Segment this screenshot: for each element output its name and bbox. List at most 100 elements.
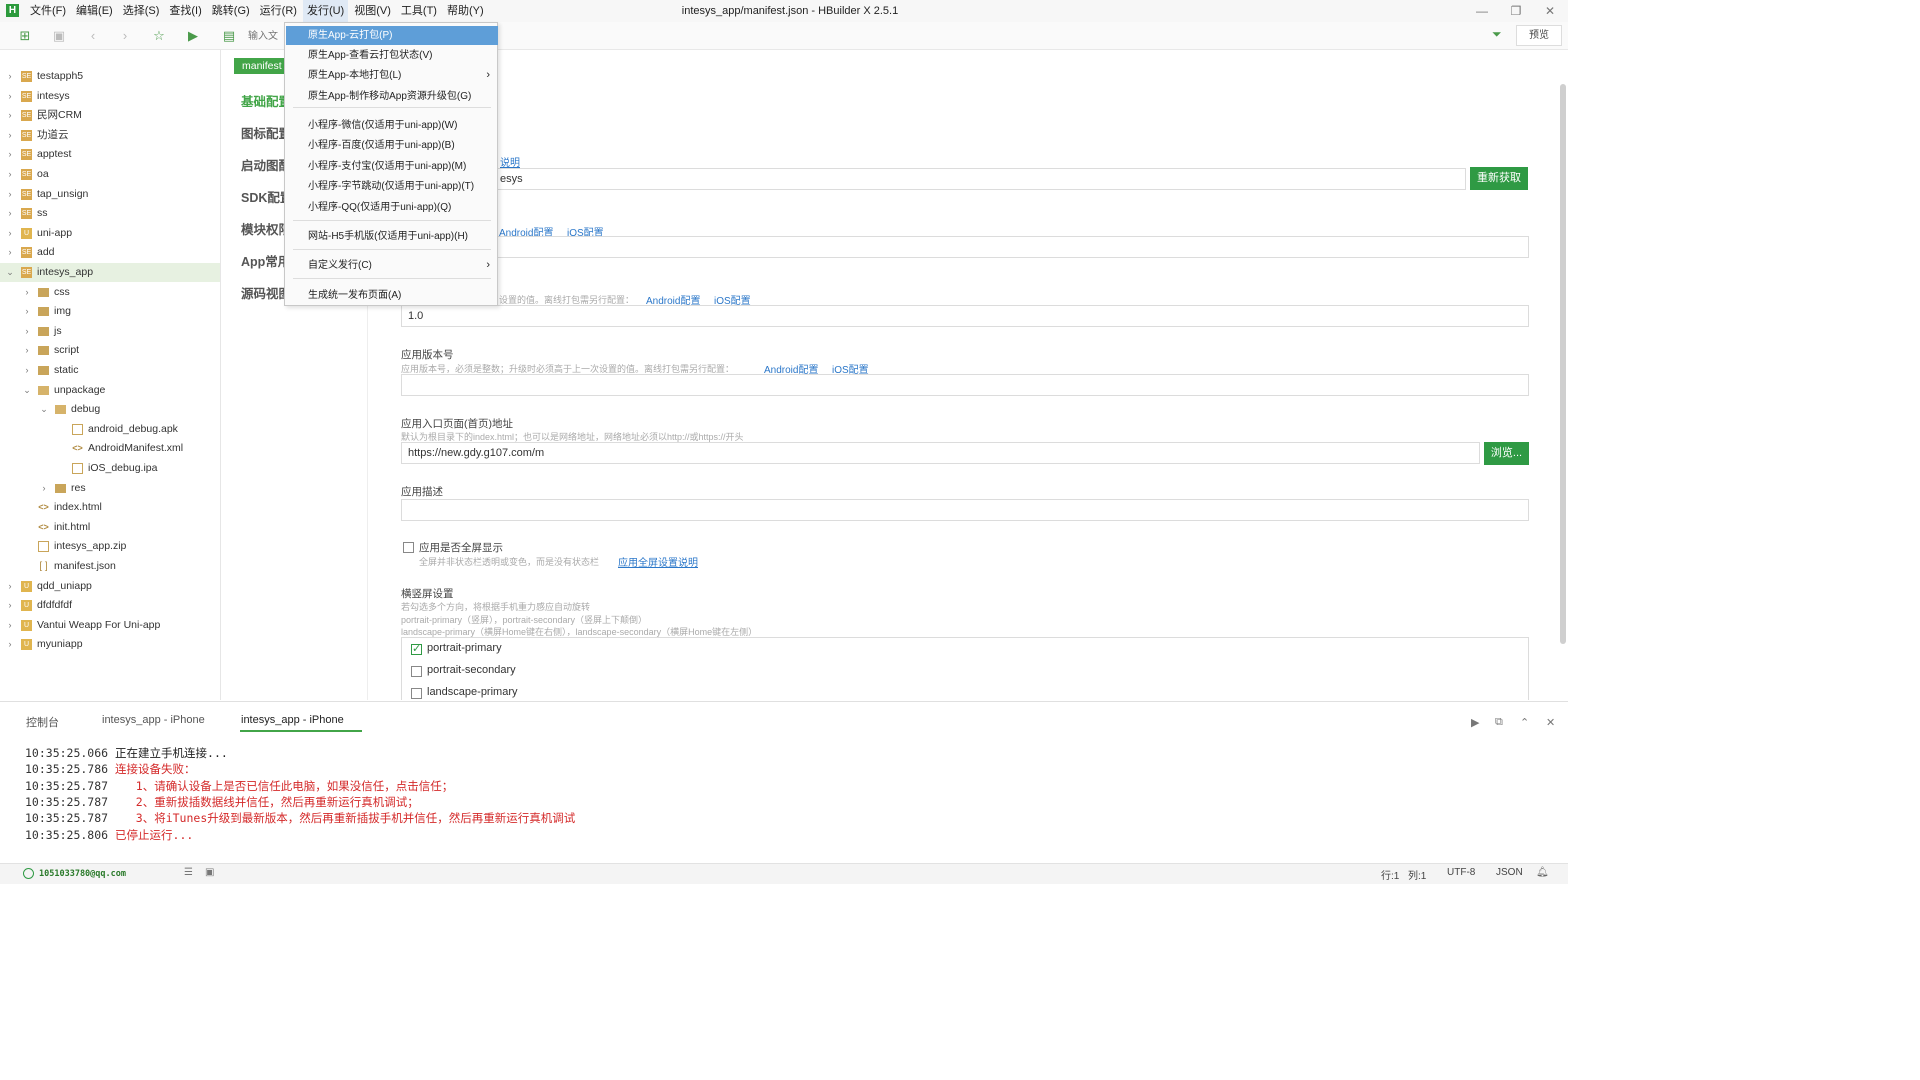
menu-9[interactable]: 帮助(Y) xyxy=(443,0,488,22)
tree-item[interactable]: android_debug.apk xyxy=(0,420,220,439)
preview-button[interactable]: 预览 xyxy=(1516,25,1562,46)
chevron-right-icon[interactable]: › xyxy=(22,283,32,302)
preview-file-icon[interactable]: ▤ xyxy=(220,27,238,45)
restore-button[interactable]: ❐ xyxy=(1498,0,1534,22)
publish-menu-item[interactable]: 自定义发行(C) › xyxy=(286,256,498,275)
tree-item[interactable]: › static xyxy=(0,361,220,380)
tree-item[interactable]: › Uqdd_uniapp xyxy=(0,577,220,596)
tree-item[interactable]: <> AndroidManifest.xml xyxy=(0,439,220,458)
chevron-right-icon[interactable]: › xyxy=(5,165,15,184)
publish-menu-item[interactable]: 网站-H5手机版(仅适用于uni-app)(H) xyxy=(286,227,498,246)
appid-input[interactable]: esys xyxy=(401,168,1466,190)
menu-3[interactable]: 查找(I) xyxy=(165,0,205,22)
tree-item[interactable]: ⌄ unpackage xyxy=(0,381,220,400)
forward-icon[interactable]: › xyxy=(116,27,134,45)
back-icon[interactable]: ‹ xyxy=(84,27,102,45)
tree-item[interactable]: › SE oa xyxy=(0,165,220,184)
tree-item[interactable]: › SE apptest xyxy=(0,145,220,164)
publish-menu-item[interactable]: 原生App-制作移动App资源升级包(G) xyxy=(286,87,498,106)
publish-menu-item[interactable]: 小程序-百度(仅适用于uni-app)(B) xyxy=(286,136,498,155)
tree-item[interactable]: › Uuni-app xyxy=(0,224,220,243)
menu-8[interactable]: 工具(T) xyxy=(397,0,441,22)
publish-menu-item[interactable]: 小程序-支付宝(仅适用于uni-app)(M) xyxy=(286,157,498,176)
chevron-right-icon[interactable]: › xyxy=(22,322,32,341)
chevron-right-icon[interactable]: › xyxy=(22,302,32,321)
tree-item[interactable]: iOS_debug.ipa xyxy=(0,459,220,478)
tree-item[interactable]: › U Vantui Weapp For Uni-app xyxy=(0,616,220,635)
close-window-button[interactable]: ✕ xyxy=(1532,0,1568,22)
tree-item[interactable]: › SE 民网CRM xyxy=(0,106,220,125)
tree-item[interactable]: ⌄ debug xyxy=(0,400,220,419)
publish-menu-item[interactable]: 生成统一发布页面(A) xyxy=(286,286,498,305)
tree-item[interactable]: › css xyxy=(0,283,220,302)
tree-item[interactable]: › js xyxy=(0,322,220,341)
close-console-icon[interactable]: ✕ xyxy=(1546,716,1555,729)
terminal-icon[interactable]: ▣ xyxy=(205,867,214,878)
chevron-down-icon[interactable]: ⌄ xyxy=(39,400,49,419)
chevron-right-icon[interactable]: › xyxy=(5,616,15,635)
new-file-icon[interactable]: ⊞ xyxy=(16,27,34,45)
tree-item[interactable]: › SE testapph5 xyxy=(0,67,220,86)
tree-item[interactable]: <> index.html xyxy=(0,498,220,517)
console-tab-iphone-2[interactable]: intesys_app - iPhone xyxy=(241,714,344,726)
tree-item[interactable]: › img xyxy=(0,302,220,321)
orientation-checkbox[interactable] xyxy=(411,688,422,699)
menu-4[interactable]: 跳转(G) xyxy=(208,0,254,22)
tree-item[interactable]: › SE intesys xyxy=(0,87,220,106)
menu-0[interactable]: 文件(F) xyxy=(26,0,70,22)
star-icon[interactable]: ☆ xyxy=(150,27,168,45)
app-name-input[interactable] xyxy=(401,236,1529,258)
save-icon[interactable]: ▣ xyxy=(50,27,68,45)
open-external-icon[interactable]: ⧉ xyxy=(1495,716,1503,729)
browse-button[interactable]: 浏览... xyxy=(1484,442,1529,465)
chevron-right-icon[interactable]: › xyxy=(5,145,15,164)
orientation-checkbox[interactable] xyxy=(411,642,422,655)
run-console-icon[interactable]: ▶ xyxy=(1471,716,1479,729)
tree-item[interactable]: › Udfdfdfdf xyxy=(0,596,220,615)
refresh-appid-button[interactable]: 重新获取 xyxy=(1470,167,1528,190)
publish-menu-item[interactable]: 原生App-查看云打包状态(V) xyxy=(286,46,498,65)
chevron-right-icon[interactable]: › xyxy=(5,67,15,86)
language-mode-selector[interactable]: JSON xyxy=(1496,867,1523,878)
menu-1[interactable]: 编辑(E) xyxy=(72,0,117,22)
list-view-icon[interactable]: ☰ xyxy=(184,867,193,878)
app-desc-input[interactable] xyxy=(401,499,1529,521)
tree-item[interactable]: [ ] manifest.json xyxy=(0,557,220,576)
version-name-input[interactable]: 1.0 xyxy=(401,305,1529,327)
chevron-right-icon[interactable]: › xyxy=(5,596,15,615)
tree-item[interactable]: › Umyuniapp xyxy=(0,635,220,654)
menu-7[interactable]: 视图(V) xyxy=(350,0,395,22)
chevron-right-icon[interactable]: › xyxy=(5,224,15,243)
menu-2[interactable]: 选择(S) xyxy=(119,0,164,22)
chevron-right-icon[interactable]: › xyxy=(22,361,32,380)
minimize-button[interactable]: — xyxy=(1464,0,1500,22)
fullscreen-checkbox[interactable] xyxy=(403,542,414,553)
publish-menu-item[interactable]: 原生App-本地打包(L) › xyxy=(286,66,498,85)
collapse-up-icon[interactable]: ⌃ xyxy=(1520,716,1529,729)
fullscreen-help-link[interactable]: 应用全屏设置说明 xyxy=(618,554,698,569)
chevron-right-icon[interactable]: › xyxy=(22,341,32,360)
chevron-down-icon[interactable]: ⌄ xyxy=(22,381,32,400)
publish-menu-item[interactable]: 小程序-字节跳动(仅适用于uni-app)(T) xyxy=(286,177,498,196)
orientation-checkbox[interactable] xyxy=(411,666,422,677)
chevron-right-icon[interactable]: › xyxy=(39,479,49,498)
tree-item[interactable]: › SE ss xyxy=(0,204,220,223)
chevron-right-icon[interactable]: › xyxy=(5,185,15,204)
chevron-right-icon[interactable]: › xyxy=(5,243,15,262)
tree-item[interactable]: › SE add xyxy=(0,243,220,262)
publish-menu-item[interactable]: 原生App-云打包(P) xyxy=(286,26,498,45)
filter-icon[interactable]: ⏷ xyxy=(1492,27,1502,42)
run-icon[interactable]: ▶ xyxy=(184,27,202,45)
chevron-right-icon[interactable]: › xyxy=(5,204,15,223)
tree-item[interactable]: › res xyxy=(0,479,220,498)
appid-help-link[interactable]: 说明 xyxy=(500,154,520,169)
search-input[interactable] xyxy=(248,28,284,44)
console-tab-main[interactable]: 控制台 xyxy=(26,714,59,730)
publish-menu-item[interactable]: 小程序-微信(仅适用于uni-app)(W) xyxy=(286,116,498,135)
chevron-right-icon[interactable]: › xyxy=(5,87,15,106)
menu-5[interactable]: 运行(R) xyxy=(256,0,301,22)
tree-item[interactable]: › script xyxy=(0,341,220,360)
notification-bell-icon[interactable]: 🔔︎ xyxy=(1536,867,1549,878)
user-account[interactable]: 1051033780@qq.com xyxy=(39,869,126,879)
encoding-selector[interactable]: UTF-8 xyxy=(1447,867,1475,878)
